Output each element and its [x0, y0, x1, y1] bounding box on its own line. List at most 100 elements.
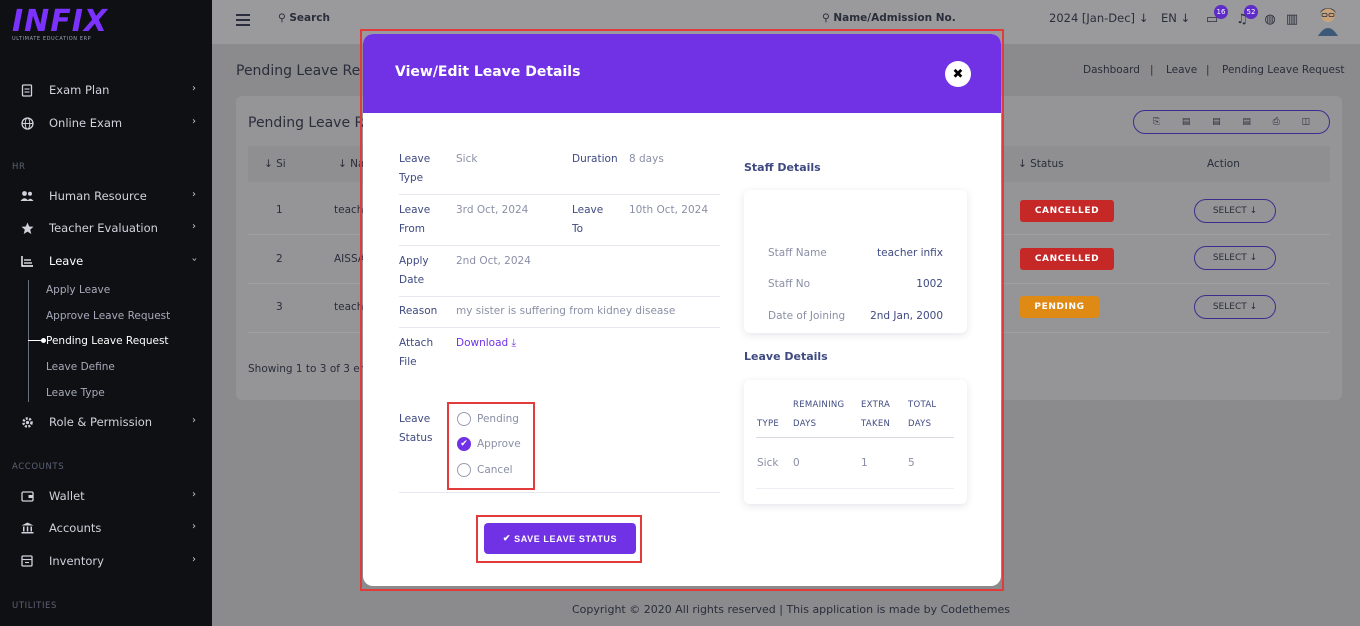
inventory-icon	[20, 554, 34, 568]
breadcrumb-dashboard[interactable]: Dashboard	[1083, 64, 1140, 76]
radio-checked[interactable]: ✔	[457, 437, 471, 451]
download-link[interactable]: Download ⤓	[456, 334, 516, 353]
staff-name-value: teacher infix	[877, 247, 943, 259]
sidebar-item-human-resource[interactable]: Human Resource ›	[20, 186, 200, 206]
student-search-box[interactable]: ⚲ Name/Admission No.	[822, 12, 956, 24]
reason-label: Reason	[399, 305, 438, 317]
avatar[interactable]	[1316, 4, 1340, 36]
chevron-right-icon: ›	[192, 221, 196, 232]
column-header-status[interactable]: ↓ Status	[1018, 158, 1064, 170]
modal-header: View/Edit Leave Details ✖	[363, 34, 1001, 113]
table-header-type: TYPE	[757, 419, 780, 429]
divider	[399, 296, 720, 297]
csv-icon[interactable]: ▤	[1212, 117, 1221, 127]
search-box[interactable]: ⚲ Search	[278, 12, 330, 24]
download-icon: ⤓	[511, 337, 517, 349]
arrow-down-icon: ↓	[1180, 11, 1191, 25]
status-option-pending[interactable]: Pending	[457, 412, 519, 426]
gear-icon	[20, 415, 34, 429]
excel-icon[interactable]: ▤	[1182, 117, 1191, 127]
close-button[interactable]: ✖	[945, 61, 971, 87]
brand-logo[interactable]: INFIX ULTIMATE EDUCATION ERP	[12, 4, 109, 43]
arrow-down-icon: ↓	[1138, 11, 1149, 25]
card-title: Pending Leave R	[248, 115, 365, 131]
status-badge: CANCELLED	[1020, 248, 1114, 270]
globe-icon[interactable]: ◍	[1262, 12, 1278, 28]
breadcrumb-separator: |	[1150, 64, 1154, 76]
chevron-right-icon: ›	[192, 83, 196, 94]
column-header-si[interactable]: ↓ Si	[264, 158, 286, 170]
active-indicator	[28, 338, 46, 343]
sidebar-item-label: Leave	[49, 254, 84, 268]
arrow-down-icon: ↓	[1249, 253, 1258, 263]
joining-date-label: Date of Joining	[768, 310, 846, 322]
chat-badge: 16	[1214, 5, 1228, 19]
notification-badge: 52	[1244, 5, 1258, 19]
columns-icon[interactable]: ◫	[1302, 117, 1311, 127]
table-cell-extra: 1	[861, 457, 868, 469]
leave-to-value: 10th Oct, 2024	[629, 204, 709, 216]
radio-unchecked[interactable]	[457, 412, 471, 426]
status-option-cancel[interactable]: Cancel	[457, 463, 513, 477]
leave-details-modal: View/Edit Leave Details ✖ Leave Type Sick…	[363, 34, 1001, 586]
export-toolbar: ⎘ ▤ ▤ ▤ ⎙ ◫	[1133, 110, 1330, 134]
status-option-approve[interactable]: ✔ Approve	[457, 437, 521, 451]
leave-from-value: 3rd Oct, 2024	[456, 204, 529, 216]
apply-date-value: 2nd Oct, 2024	[456, 255, 531, 267]
language-select[interactable]: EN ↓	[1161, 11, 1190, 25]
leave-status-label: Leave Status	[399, 413, 433, 444]
chat-icon[interactable]: ▭ 16	[1204, 5, 1228, 28]
reason-value: my sister is suffering from kidney disea…	[456, 305, 676, 317]
chevron-right-icon: ›	[192, 554, 196, 565]
sidebar-subitem-approve-leave[interactable]: Approve Leave Request	[46, 310, 170, 322]
sidebar-item-inventory[interactable]: Inventory ›	[20, 551, 200, 571]
table-divider	[756, 488, 954, 489]
menu-toggle-icon[interactable]	[236, 14, 250, 26]
staff-details-title: Staff Details	[744, 161, 821, 174]
submenu-line	[28, 280, 29, 402]
sidebar-item-label: Exam Plan	[49, 83, 110, 97]
save-leave-status-button[interactable]: ✔ SAVE LEAVE STATUS	[484, 523, 636, 554]
academic-year-select[interactable]: 2024 [Jan-Dec] ↓	[1049, 11, 1148, 25]
table-cell-si: 3	[276, 301, 283, 313]
sidebar-subitem-leave-define[interactable]: Leave Define	[46, 361, 115, 373]
row-select-button[interactable]: SELECT ↓	[1194, 295, 1276, 319]
users-icon	[20, 189, 34, 203]
sidebar-subitem-leave-type[interactable]: Leave Type	[46, 387, 105, 399]
staff-no-label: Staff No	[768, 278, 811, 290]
table-header-remaining: REMAINING DAYS	[793, 400, 845, 429]
table-cell-si: 1	[276, 204, 283, 216]
sidebar-item-leave[interactable]: Leave ›	[20, 251, 200, 271]
sidebar-item-label: Inventory	[49, 554, 104, 568]
leave-details-card: TYPE REMAINING DAYS EXTRA TAKEN TOTAL DAYS …	[744, 380, 967, 504]
section-title-accounts: ACCOUNTS	[12, 462, 65, 472]
sidebar-subitem-pending-leave[interactable]: Pending Leave Request	[46, 335, 169, 347]
sidebar-item-label: Teacher Evaluation	[49, 221, 158, 235]
sidebar-item-role-permission[interactable]: Role & Permission ›	[20, 412, 200, 432]
row-select-button[interactable]: SELECT ↓	[1194, 199, 1276, 223]
row-select-button[interactable]: SELECT ↓	[1194, 246, 1276, 270]
sidebar-subitem-apply-leave[interactable]: Apply Leave	[46, 284, 110, 296]
sidebar-item-teacher-evaluation[interactable]: Teacher Evaluation ›	[20, 218, 200, 238]
chevron-right-icon: ›	[192, 489, 196, 500]
sidebar-item-accounts[interactable]: Accounts ›	[20, 518, 200, 538]
print-icon[interactable]: ⎙	[1273, 117, 1280, 127]
logo-text: INFIX	[12, 4, 109, 39]
section-title-hr: HR	[12, 162, 26, 172]
chevron-right-icon: ›	[192, 116, 196, 127]
table-header-extra: EXTRA TAKEN	[861, 400, 891, 429]
copy-icon[interactable]: ⎘	[1153, 117, 1160, 127]
pdf-icon[interactable]: ▤	[1242, 117, 1251, 127]
radio-unchecked[interactable]	[457, 463, 471, 477]
sidebar-item-wallet[interactable]: Wallet ›	[20, 486, 200, 506]
sidebar: INFIX ULTIMATE EDUCATION ERP Exam Plan ›…	[0, 0, 212, 626]
modal-title: View/Edit Leave Details	[395, 64, 581, 80]
search-icon: ⚲	[822, 12, 834, 24]
divider	[399, 327, 720, 328]
sidebar-item-exam-plan[interactable]: Exam Plan ›	[20, 80, 200, 100]
section-title-utilities: UTILITIES	[12, 601, 58, 611]
bell-icon[interactable]: ♫ 52	[1234, 5, 1258, 28]
sidebar-item-online-exam[interactable]: Online Exam ›	[20, 113, 200, 133]
chart-icon[interactable]: ▥	[1284, 12, 1300, 28]
breadcrumb-leave[interactable]: Leave	[1166, 64, 1197, 76]
